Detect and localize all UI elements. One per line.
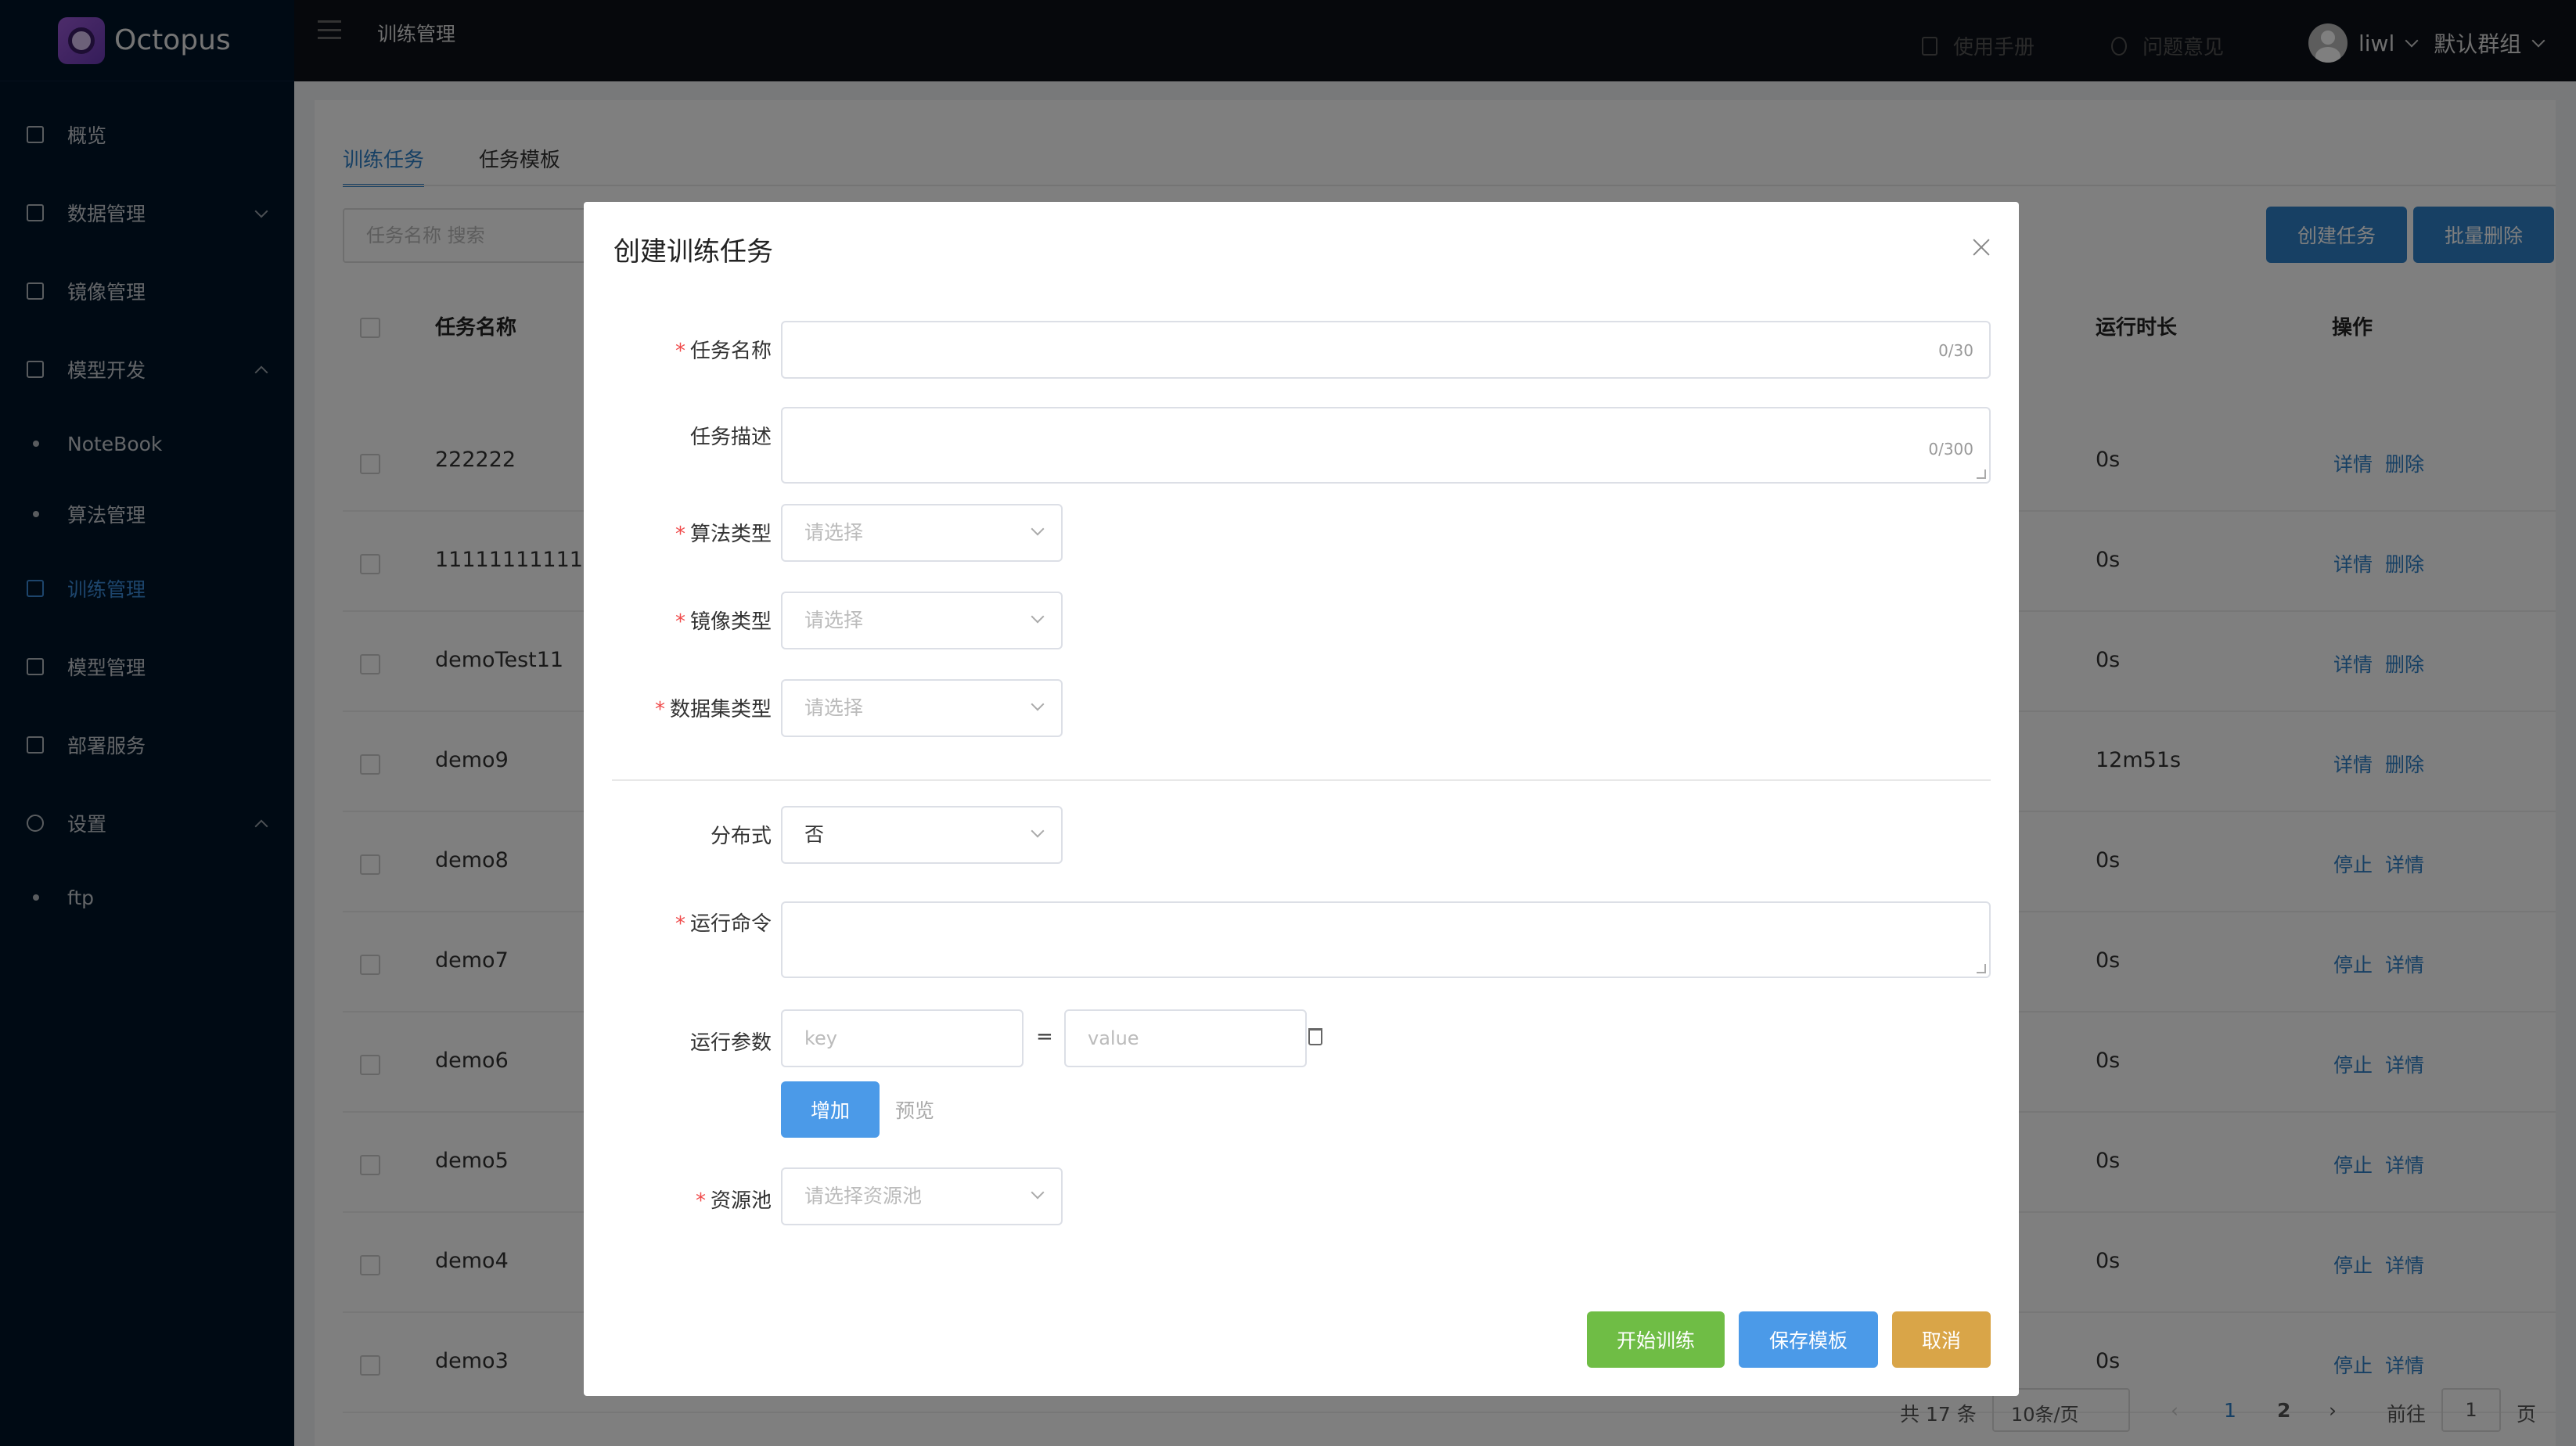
distributed-select[interactable]: 否	[781, 806, 1063, 864]
resize-handle[interactable]	[1977, 469, 1986, 479]
required-mark: *	[675, 912, 685, 936]
resize-handle[interactable]	[1977, 964, 1986, 973]
trash-icon[interactable]	[1308, 1028, 1322, 1045]
required-mark: *	[654, 698, 665, 721]
label-text: 算法类型	[689, 523, 772, 546]
resource-pool-select[interactable]: 请选择资源池	[781, 1167, 1063, 1225]
select-placeholder: 请选择	[804, 696, 864, 719]
dataset-type-label: * 数据集类型	[584, 693, 772, 722]
add-param-button[interactable]: 增加	[781, 1081, 880, 1138]
chevron-down-icon	[1031, 522, 1045, 536]
start-training-button[interactable]: 开始训练	[1587, 1311, 1725, 1368]
params-label: 运行参数	[689, 1031, 772, 1055]
required-mark: *	[675, 610, 685, 634]
command-textarea[interactable]	[781, 901, 1991, 978]
chevron-down-icon	[1031, 697, 1045, 711]
label-text: 镜像类型	[689, 610, 772, 634]
label-text: 数据集类型	[669, 698, 772, 721]
required-mark: *	[695, 1189, 706, 1213]
required-mark: *	[675, 523, 685, 546]
required-mark: *	[675, 340, 685, 363]
label-text: 资源池	[710, 1189, 772, 1213]
task-desc-textarea[interactable]: 0/300	[781, 407, 1991, 484]
distributed-label: 分布式	[710, 825, 772, 848]
resource-pool-label: * 资源池	[584, 1185, 772, 1214]
preview-link[interactable]: 预览	[895, 1095, 934, 1124]
label-text: 任务名称	[689, 340, 772, 363]
algo-type-select[interactable]: 请选择	[781, 504, 1063, 562]
chevron-down-icon	[1031, 610, 1045, 624]
dialog-title: 创建训练任务	[613, 236, 773, 268]
cancel-button[interactable]: 取消	[1892, 1311, 1991, 1368]
save-template-button[interactable]: 保存模板	[1739, 1311, 1878, 1368]
chevron-down-icon	[1031, 824, 1045, 838]
command-label: * 运行命令	[584, 908, 772, 937]
dataset-type-select[interactable]: 请选择	[781, 679, 1063, 737]
select-placeholder: 请选择	[804, 609, 864, 631]
select-placeholder: 请选择	[804, 521, 864, 544]
create-training-task-dialog: 创建训练任务 * 任务名称 0/30 任务描述 0/300 * 算法类型 请选择 *…	[584, 202, 2019, 1396]
close-icon[interactable]	[1972, 238, 1991, 257]
select-placeholder: 请选择资源池	[804, 1185, 923, 1207]
param-value-input[interactable]: value	[1064, 1009, 1307, 1067]
form-divider	[612, 779, 1991, 781]
task-desc-label: 任务描述	[689, 426, 772, 449]
algo-type-label: * 算法类型	[584, 518, 772, 547]
equals-sign: =	[1036, 1025, 1053, 1049]
param-key-input[interactable]: key	[781, 1009, 1024, 1067]
chevron-down-icon	[1031, 1185, 1045, 1200]
task-name-input[interactable]: 0/30	[781, 321, 1991, 379]
select-value: 否	[804, 823, 825, 846]
task-name-label: * 任务名称	[584, 335, 772, 364]
label-text: 运行命令	[689, 912, 772, 936]
image-type-select[interactable]: 请选择	[781, 592, 1063, 649]
char-count: 0/30	[1938, 341, 1973, 360]
image-type-label: * 镜像类型	[584, 606, 772, 635]
char-count: 0/300	[1928, 440, 1973, 459]
